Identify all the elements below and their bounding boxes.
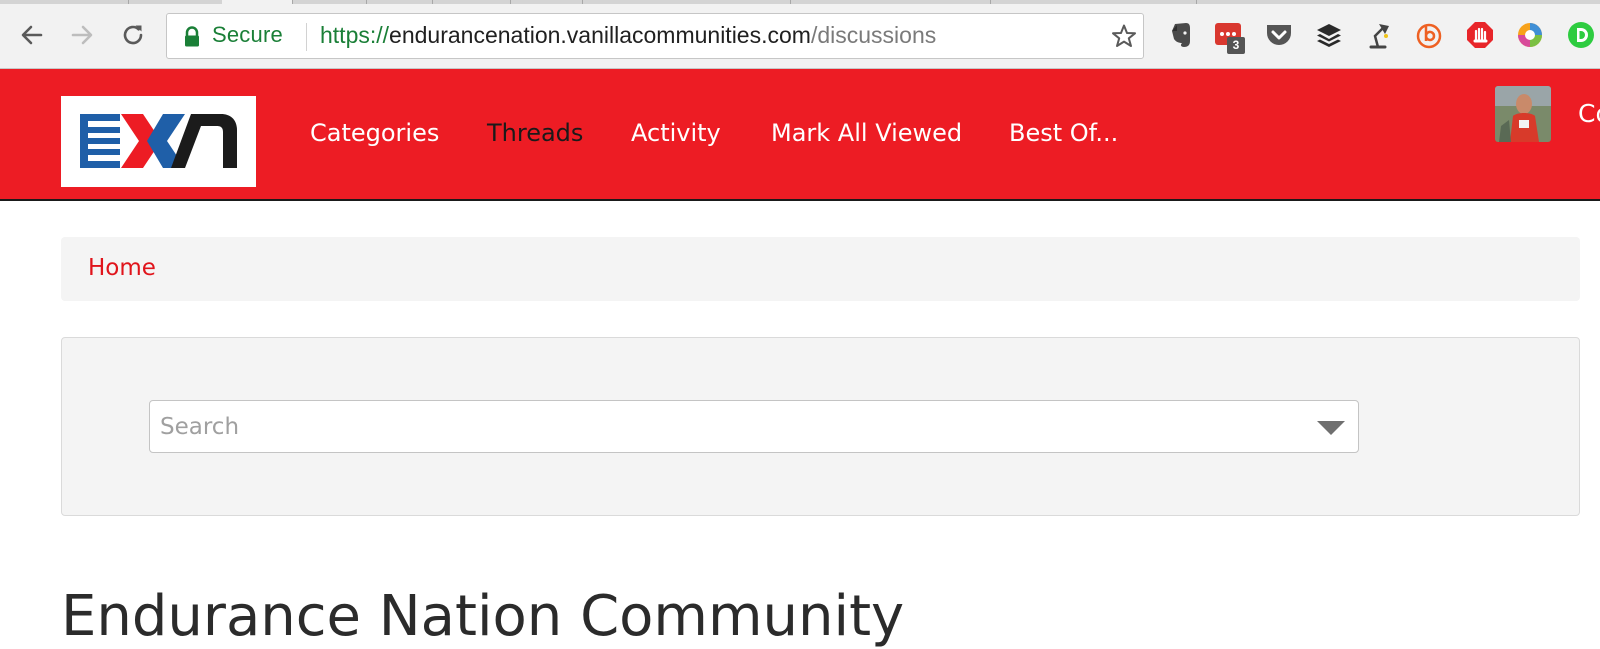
user-name-partial[interactable]: Co <box>1578 99 1600 128</box>
url-path: /discussions <box>810 22 937 48</box>
extension-badge-count: 3 <box>1227 37 1245 54</box>
nav-best-of[interactable]: Best Of... <box>1009 119 1118 147</box>
evernote-icon[interactable] <box>1166 19 1196 51</box>
tab-divider <box>990 0 991 4</box>
tab-divider <box>790 0 791 4</box>
url-scheme: https:// <box>320 22 390 48</box>
extension-badge-icon[interactable]: 3 <box>1213 19 1245 54</box>
forward-arrow-icon <box>71 25 93 45</box>
reload-icon <box>123 25 143 45</box>
url-text[interactable]: https://endurancenation.vanillacommuniti… <box>320 22 936 49</box>
page-title: Endurance Nation Community <box>61 584 905 649</box>
breadcrumb-home-link[interactable]: Home <box>88 255 156 281</box>
buffer-icon[interactable] <box>1314 19 1344 51</box>
lock-icon <box>185 26 199 47</box>
tab-strip[interactable] <box>0 0 1600 4</box>
site-logo[interactable] <box>61 96 256 187</box>
breadcrumb: Home <box>61 237 1580 301</box>
tab-divider <box>128 0 129 4</box>
tab-divider <box>582 0 583 4</box>
search-panel <box>61 337 1580 516</box>
tab-divider <box>366 0 367 4</box>
nav-categories[interactable]: Categories <box>310 119 439 147</box>
forward-button[interactable] <box>65 18 99 52</box>
adblock-icon[interactable] <box>1465 19 1495 51</box>
active-tab[interactable] <box>222 0 292 4</box>
bitly-icon[interactable] <box>1414 19 1444 51</box>
reload-button[interactable] <box>116 18 150 52</box>
pocket-icon[interactable] <box>1264 19 1294 51</box>
back-button[interactable] <box>15 18 49 52</box>
avatar[interactable] <box>1495 86 1551 142</box>
back-arrow-icon <box>21 25 43 45</box>
chevron-down-icon[interactable] <box>1316 420 1346 436</box>
nav-threads[interactable]: Threads <box>487 119 583 147</box>
omnibox-divider <box>306 23 307 51</box>
browser-toolbar: Secure https://endurancenation.vanillaco… <box>0 0 1600 69</box>
site-header: Categories Threads Activity Mark All Vie… <box>0 69 1600 201</box>
search-input[interactable] <box>149 400 1359 453</box>
green-d-icon[interactable] <box>1566 19 1596 51</box>
url-host: endurancenation.vanillacommunities.com <box>389 22 811 48</box>
desk-lamp-icon[interactable] <box>1364 19 1394 51</box>
tab-divider <box>292 0 293 4</box>
bookmark-star-icon[interactable] <box>1111 23 1137 49</box>
tab-divider <box>1196 0 1197 4</box>
exn-logo-icon <box>80 114 237 168</box>
tab-divider <box>432 0 433 4</box>
tab-divider <box>510 0 511 4</box>
color-wheel-icon[interactable] <box>1515 19 1545 51</box>
nav-mark-all-viewed[interactable]: Mark All Viewed <box>771 119 962 147</box>
secure-label[interactable]: Secure <box>212 22 283 48</box>
nav-activity[interactable]: Activity <box>631 119 721 147</box>
address-bar[interactable]: Secure https://endurancenation.vanillaco… <box>166 13 1144 59</box>
